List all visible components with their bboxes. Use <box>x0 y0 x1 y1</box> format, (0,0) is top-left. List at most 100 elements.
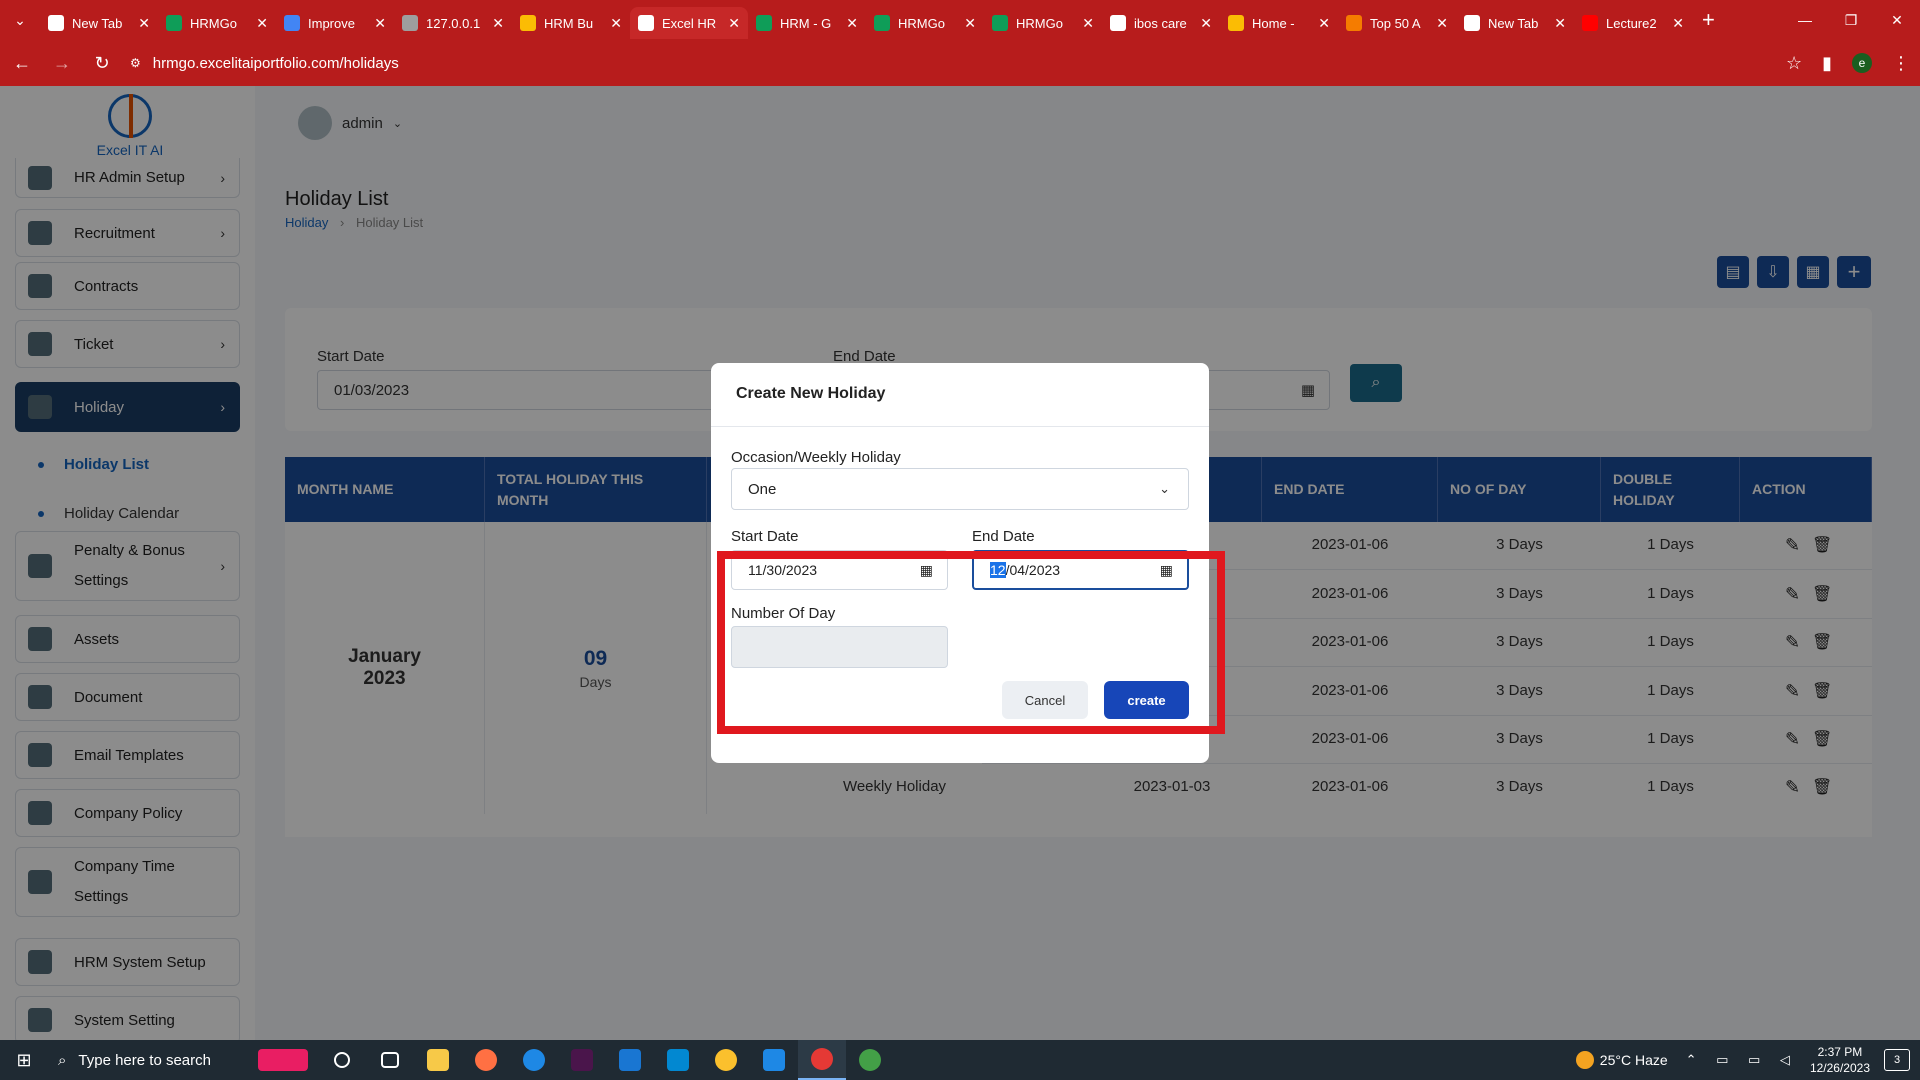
close-tab-icon[interactable]: ✕ <box>492 15 504 32</box>
occasion-label: Occasion/Weekly Holiday <box>731 449 901 466</box>
tab-label: New Tab <box>72 15 123 31</box>
browser-tab[interactable]: ibos care ✕ <box>1102 7 1220 39</box>
forward-icon[interactable]: → <box>44 45 80 81</box>
close-tab-icon[interactable]: ✕ <box>256 15 268 32</box>
sheets-icon <box>874 15 890 31</box>
clock[interactable]: 2:37 PM 12/26/2023 <box>1810 1044 1870 1076</box>
drive-icon <box>1228 15 1244 31</box>
windows-start-icon[interactable]: ⊞ <box>0 1040 48 1080</box>
tab-label: New Tab <box>1488 15 1539 31</box>
back-icon[interactable]: ← <box>4 45 40 81</box>
browser-tab[interactable]: HRM Bu ✕ <box>512 7 630 39</box>
chevron-down-icon: ⌄ <box>1159 481 1170 496</box>
task-view-icon[interactable] <box>366 1040 414 1080</box>
chrome-icon <box>48 15 64 31</box>
browser-tab[interactable]: Improve ✕ <box>276 7 394 39</box>
close-tab-icon[interactable]: ✕ <box>610 15 622 32</box>
browser-tab[interactable]: Excel HR ✕ <box>630 7 748 39</box>
tab-label: Top 50 A <box>1370 15 1421 31</box>
close-tab-icon[interactable]: ✕ <box>374 15 386 32</box>
tab-search-icon[interactable]: ⌄ <box>0 0 40 40</box>
url-field[interactable]: ⚙ hrmgo.excelitaiportfolio.com/holidays <box>130 47 1730 79</box>
close-window-icon[interactable]: ✕ <box>1874 0 1920 40</box>
chrome-icon[interactable] <box>798 1040 846 1080</box>
browser-tab[interactable]: HRMGo ✕ <box>866 7 984 39</box>
chrome-icon[interactable] <box>846 1040 894 1080</box>
taskbar-search[interactable]: ⌕ Type here to search <box>48 1040 248 1080</box>
new-tab-button[interactable]: + <box>1702 7 1715 33</box>
tab-label: HRMGo <box>898 15 945 31</box>
browser-tab[interactable]: HRMGo ✕ <box>984 7 1102 39</box>
sheets-icon <box>756 15 772 31</box>
tab-label: ibos care <box>1134 15 1187 31</box>
close-tab-icon[interactable]: ✕ <box>1554 15 1566 32</box>
bookmark-icon <box>1346 15 1362 31</box>
close-tab-icon[interactable]: ✕ <box>1436 15 1448 32</box>
sheets-icon <box>992 15 1008 31</box>
browser-tab[interactable]: Home - ✕ <box>1220 7 1338 39</box>
browser-menu-icon[interactable]: ⋮ <box>1892 53 1910 74</box>
close-tab-icon[interactable]: ✕ <box>728 15 740 32</box>
weather-text: 25°C Haze <box>1599 1052 1668 1068</box>
tray-icons[interactable]: ⌃ ▭ ▭ ◁ <box>1686 1052 1798 1068</box>
close-tab-icon[interactable]: ✕ <box>1082 15 1094 32</box>
browser-tab[interactable]: 127.0.0.1 ✕ <box>394 7 512 39</box>
browser-address-bar: ← → ↻ ⚙ hrmgo.excelitaiportfolio.com/hol… <box>0 40 1920 86</box>
annotation-highlight-box <box>717 551 1225 734</box>
end-date-label: End Date <box>972 528 1035 545</box>
google-icon <box>1110 15 1126 31</box>
slack-icon[interactable] <box>558 1040 606 1080</box>
window-controls: — ❐ ✕ <box>1782 0 1920 40</box>
close-tab-icon[interactable]: ✕ <box>1318 15 1330 32</box>
profile-avatar[interactable]: e <box>1852 53 1872 73</box>
browser-tab[interactable]: New Tab ✕ <box>1456 7 1574 39</box>
mail-icon[interactable] <box>606 1040 654 1080</box>
taskbar-search-placeholder: Type here to search <box>78 1051 211 1069</box>
tab-label: HRMGo <box>1016 15 1063 31</box>
globe-icon <box>402 15 418 31</box>
tab-label: HRM - G <box>780 15 832 31</box>
modal-title: Create New Holiday <box>736 385 886 402</box>
weather-haze-icon <box>1575 1051 1594 1069</box>
app-icon[interactable] <box>462 1040 510 1080</box>
browser-tab[interactable]: HRM - G ✕ <box>748 7 866 39</box>
notifications-icon[interactable]: 3 <box>1884 1049 1910 1071</box>
youtube-icon <box>1582 15 1598 31</box>
url-text: hrmgo.excelitaiportfolio.com/holidays <box>152 54 399 72</box>
bookmark-star-icon[interactable]: ☆ <box>1786 53 1802 74</box>
close-tab-icon[interactable]: ✕ <box>1672 15 1684 32</box>
close-tab-icon[interactable]: ✕ <box>846 15 858 32</box>
tab-label: Excel HR <box>662 15 717 31</box>
cortana-icon[interactable] <box>318 1040 366 1080</box>
tab-label: Home - <box>1252 15 1295 31</box>
tab-label: HRMGo <box>190 15 237 31</box>
side-panel-icon[interactable]: ▮ <box>1822 53 1832 74</box>
browser-tab[interactable]: New Tab ✕ <box>40 7 158 39</box>
chrome-icon[interactable] <box>702 1040 750 1080</box>
weather-widget[interactable]: 25°C Haze <box>1575 1051 1668 1069</box>
browser-tab[interactable]: Lecture2 ✕ <box>1574 7 1692 39</box>
vscode-icon[interactable] <box>750 1040 798 1080</box>
file-explorer-icon[interactable] <box>414 1040 462 1080</box>
close-tab-icon[interactable]: ✕ <box>138 15 150 32</box>
store-icon[interactable] <box>654 1040 702 1080</box>
close-tab-icon[interactable]: ✕ <box>964 15 976 32</box>
occasion-value: One <box>748 480 777 498</box>
tab-label: 127.0.0.1 <box>426 15 481 31</box>
widgets-icon[interactable] <box>248 1040 318 1080</box>
edge-icon[interactable] <box>510 1040 558 1080</box>
tab-label: Improve <box>308 15 355 31</box>
close-tab-icon[interactable]: ✕ <box>1200 15 1212 32</box>
occasion-select[interactable]: One ⌄ <box>731 468 1189 510</box>
site-info-icon[interactable]: ⚙ <box>130 56 141 70</box>
site-icon <box>638 15 654 31</box>
modal-divider <box>711 426 1209 427</box>
minimize-icon[interactable]: — <box>1782 0 1828 40</box>
browser-tab[interactable]: Top 50 A ✕ <box>1338 7 1456 39</box>
clock-date: 12/26/2023 <box>1809 1061 1870 1075</box>
windows-taskbar: ⊞ ⌕ Type here to search 25°C Haze ⌃ ▭ ▭ … <box>0 1040 1920 1080</box>
browser-tab-bar: ⌄ New Tab ✕ HRMGo ✕ Improve ✕ 127.0.0.1 ✕ HRM Bu… <box>0 0 1920 40</box>
reload-icon[interactable]: ↻ <box>84 45 120 81</box>
browser-tab[interactable]: HRMGo ✕ <box>158 7 276 39</box>
restore-icon[interactable]: ❐ <box>1828 0 1874 40</box>
